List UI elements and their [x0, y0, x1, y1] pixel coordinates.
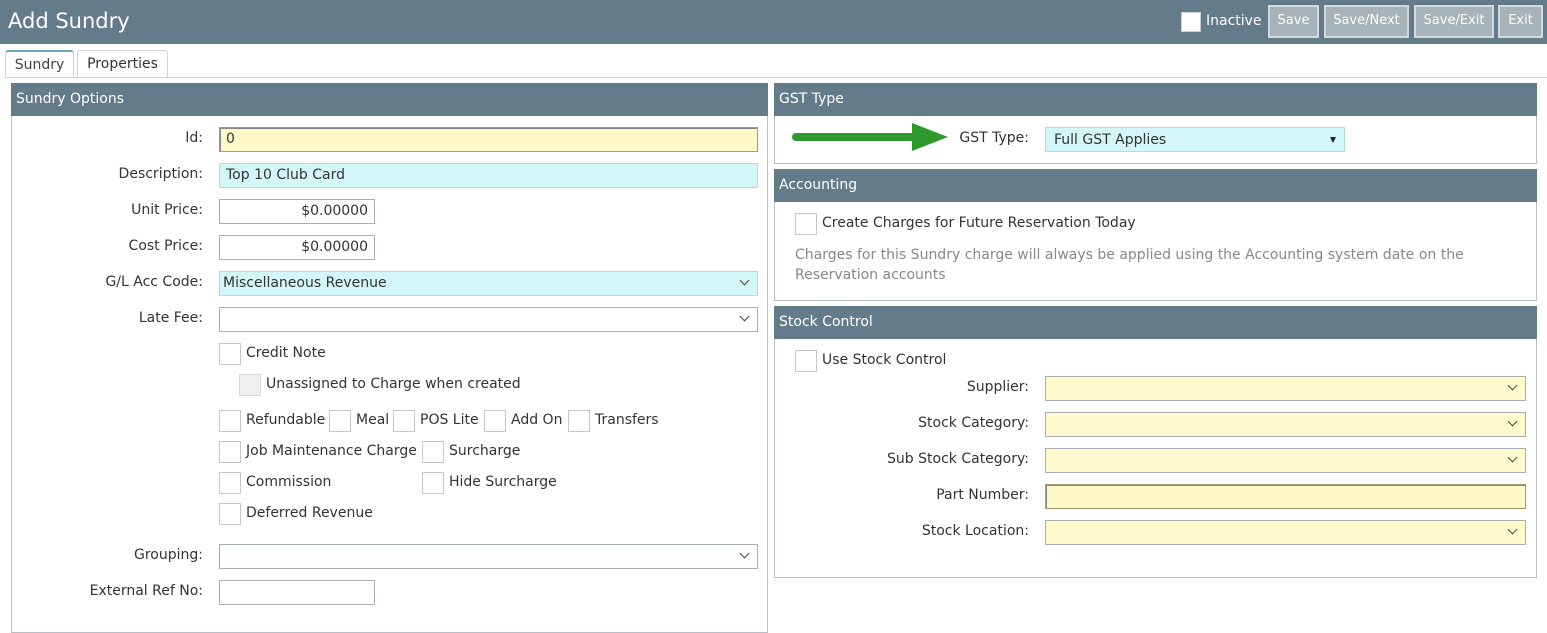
deferred-revenue-label: Deferred Revenue — [246, 505, 373, 521]
page-title: Add Sundry — [8, 9, 130, 33]
refundable-label: Refundable — [246, 412, 326, 428]
late-fee-label: Late Fee: — [138, 310, 203, 326]
sundry-options-heading: Sundry Options — [11, 83, 768, 116]
surcharge-checkbox[interactable] — [422, 441, 444, 463]
hide-surcharge-label: Hide Surcharge — [449, 474, 557, 490]
job-maintenance-checkbox[interactable] — [219, 441, 241, 463]
supplier-select[interactable] — [1045, 376, 1526, 401]
part-number-field[interactable] — [1045, 484, 1526, 509]
tab-sundry[interactable]: Sundry — [5, 50, 74, 78]
chevron-down-icon — [739, 548, 750, 559]
unit-price-label: Unit Price: — [131, 202, 203, 218]
pos-lite-label: POS Lite — [420, 412, 479, 428]
unassigned-checkbox[interactable] — [239, 374, 261, 396]
create-charges-checkbox[interactable] — [795, 213, 817, 235]
cost-price-field[interactable]: $0.00000 — [219, 235, 375, 260]
tab-properties[interactable]: Properties — [77, 50, 168, 78]
surcharge-label: Surcharge — [449, 443, 521, 459]
save-button[interactable]: Save — [1268, 5, 1319, 38]
gst-type-value: Full GST Applies — [1054, 132, 1167, 148]
arrow-right-icon — [792, 123, 948, 151]
stock-category-label: Stock Category: — [918, 415, 1029, 431]
use-stock-control-label: Use Stock Control — [822, 352, 947, 368]
stock-control-heading: Stock Control — [774, 306, 1537, 339]
id-label: Id: — [185, 130, 203, 146]
save-next-button[interactable]: Save/Next — [1324, 5, 1409, 38]
deferred-revenue-checkbox[interactable] — [219, 503, 241, 525]
gst-type-select[interactable]: Full GST Applies — [1045, 127, 1345, 152]
refundable-checkbox[interactable] — [219, 410, 241, 432]
credit-note-checkbox[interactable] — [219, 343, 241, 365]
external-ref-field[interactable] — [219, 580, 375, 605]
hide-surcharge-checkbox[interactable] — [422, 472, 444, 494]
commission-label: Commission — [246, 474, 332, 490]
transfers-label: Transfers — [595, 412, 659, 428]
unit-price-field[interactable]: $0.00000 — [219, 199, 375, 224]
inactive-label: Inactive — [1206, 13, 1262, 29]
unassigned-label: Unassigned to Charge when created — [266, 376, 521, 392]
gl-acc-code-value: Miscellaneous Revenue — [223, 275, 387, 291]
commission-checkbox[interactable] — [219, 472, 241, 494]
gst-type-heading: GST Type — [774, 83, 1537, 116]
sub-stock-category-label: Sub Stock Category: — [887, 451, 1029, 467]
accounting-note: Charges for this Sundry charge will alwa… — [795, 247, 1464, 283]
description-field[interactable]: Top 10 Club Card — [219, 163, 758, 188]
supplier-label: Supplier: — [966, 379, 1029, 395]
tab-divider — [5, 77, 1547, 78]
job-maintenance-label: Job Maintenance Charge — [246, 443, 417, 459]
chevron-down-icon — [1507, 452, 1518, 463]
top-bar: Add Sundry Inactive Save Save/Next Save/… — [0, 0, 1547, 44]
add-on-label: Add On — [511, 412, 563, 428]
meal-checkbox[interactable] — [329, 410, 351, 432]
add-on-checkbox[interactable] — [484, 410, 506, 432]
stock-category-select[interactable] — [1045, 412, 1526, 437]
gl-acc-code-label: G/L Acc Code: — [105, 274, 203, 290]
chevron-down-icon — [1507, 416, 1518, 427]
chevron-down-icon — [1507, 524, 1518, 535]
cost-price-label: Cost Price: — [128, 238, 203, 254]
chevron-down-icon — [739, 311, 750, 322]
dropdown-triangle-icon — [1330, 137, 1336, 143]
grouping-select[interactable] — [219, 544, 758, 569]
external-ref-label: External Ref No: — [89, 583, 203, 599]
pos-lite-checkbox[interactable] — [393, 410, 415, 432]
inactive-checkbox[interactable] — [1181, 12, 1201, 32]
grouping-label: Grouping: — [134, 547, 203, 563]
part-number-label: Part Number: — [936, 487, 1029, 503]
transfers-checkbox[interactable] — [568, 410, 590, 432]
gst-type-label: GST Type: — [959, 130, 1029, 146]
accounting-heading: Accounting — [774, 169, 1537, 202]
create-charges-label: Create Charges for Future Reservation To… — [822, 215, 1136, 231]
id-field[interactable]: 0 — [219, 127, 758, 152]
description-label: Description: — [118, 166, 203, 182]
chevron-down-icon — [739, 275, 750, 286]
meal-label: Meal — [356, 412, 390, 428]
late-fee-select[interactable] — [219, 307, 758, 332]
sub-stock-category-select[interactable] — [1045, 448, 1526, 473]
save-exit-button[interactable]: Save/Exit — [1414, 5, 1494, 38]
use-stock-control-checkbox[interactable] — [795, 350, 817, 372]
chevron-down-icon — [1507, 380, 1518, 391]
stock-location-label: Stock Location: — [921, 523, 1029, 539]
exit-button[interactable]: Exit — [1498, 5, 1543, 38]
stock-location-select[interactable] — [1045, 520, 1526, 545]
credit-note-label: Credit Note — [246, 345, 326, 361]
gl-acc-code-select[interactable]: Miscellaneous Revenue — [219, 271, 758, 296]
